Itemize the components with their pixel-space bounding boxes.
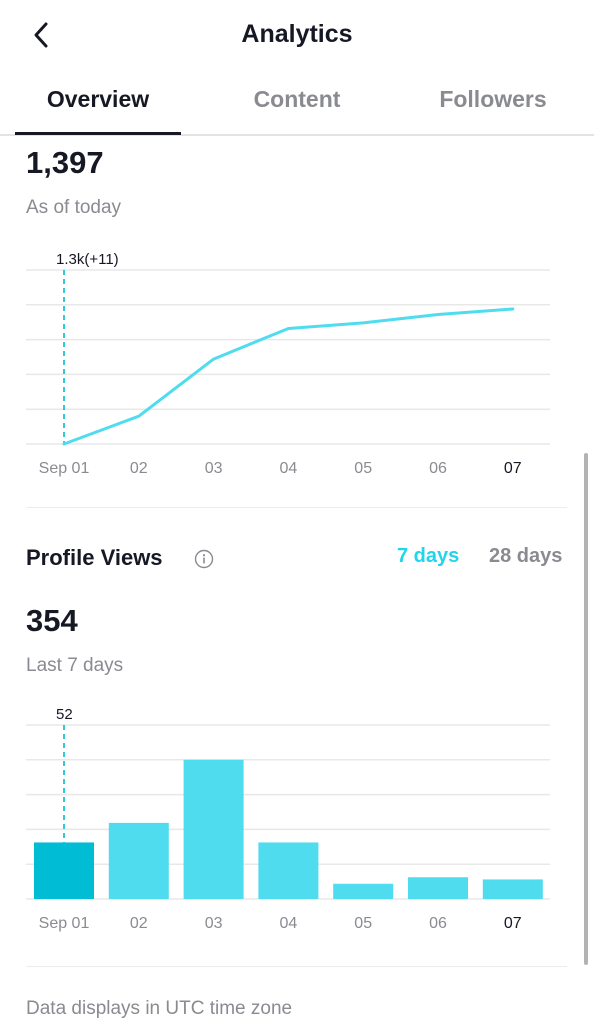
tab-content[interactable]: Content (214, 86, 380, 113)
x-tick-label: 06 (429, 460, 447, 477)
x-tick-label: 02 (130, 915, 148, 932)
page-title: Analytics (241, 20, 353, 48)
bar (183, 759, 244, 899)
bar (408, 877, 468, 899)
bar (258, 842, 319, 899)
x-tick-label: 05 (354, 915, 372, 932)
timezone-note: Data displays in UTC time zone (26, 998, 293, 1019)
x-tick-label: 07 (504, 915, 522, 932)
active-tab-indicator (15, 132, 181, 135)
followers-subtitle: As of today (26, 197, 122, 218)
tab-overview[interactable]: Overview (15, 86, 181, 113)
range-28-days-button[interactable]: 28 days (489, 545, 562, 568)
followers-series-line (62, 307, 515, 446)
x-tick-label: 02 (130, 460, 148, 477)
header: Analytics (0, 0, 594, 70)
tab-bar: Overview Content Followers (0, 70, 594, 136)
tab-followers[interactable]: Followers (410, 86, 576, 113)
range-7-days-button[interactable]: 7 days (397, 545, 459, 568)
x-tick-label: Sep 01 (39, 460, 90, 477)
x-tick-label: 04 (280, 460, 298, 477)
bar (482, 879, 543, 899)
x-tick-label: 03 (205, 460, 223, 477)
tooltip-label: 52 (56, 706, 73, 723)
x-tick-label: 03 (205, 915, 223, 932)
followers-line-chart[interactable]: Sep 01 02 03 04 05 06 07 1.3k(+11) (0, 245, 594, 490)
profile-views-total: 354 (26, 603, 78, 638)
x-tick-label: Sep 01 (39, 915, 90, 932)
x-tick-label: 05 (354, 460, 372, 477)
scrollbar[interactable] (584, 453, 588, 965)
followers-total: 1,397 (26, 145, 104, 180)
profile-views-subtitle: Last 7 days (26, 655, 124, 676)
section-divider (26, 966, 567, 967)
section-divider (26, 507, 567, 508)
bar (333, 883, 394, 899)
x-tick-label: 06 (429, 915, 447, 932)
bar (34, 842, 94, 899)
x-tick-label: 04 (280, 915, 298, 932)
profile-views-title: Profile Views (26, 545, 163, 570)
x-tick-label: 07 (504, 460, 522, 477)
bar (108, 822, 169, 899)
tooltip-label: 1.3k(+11) (56, 251, 119, 268)
profile-views-bar-chart[interactable]: Sep 01 02 03 04 05 06 07 52 (0, 700, 594, 945)
info-circle-icon[interactable] (194, 549, 214, 569)
